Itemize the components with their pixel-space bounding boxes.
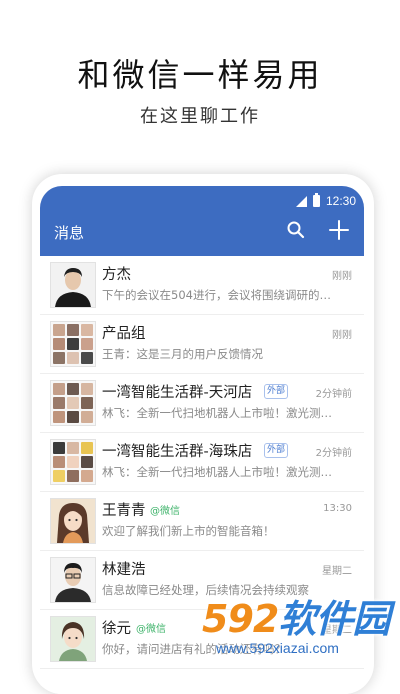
wechat-badge: @微信	[150, 506, 180, 517]
group-avatar	[50, 380, 96, 426]
app-bar: 12:30 消息	[40, 186, 364, 256]
search-icon[interactable]	[286, 220, 306, 240]
message-time: 星期二	[322, 566, 352, 577]
external-badge: 外部	[264, 443, 289, 458]
watermark-logo: 592软件园	[202, 588, 390, 643]
message-time: 刚刚	[332, 330, 352, 341]
message-preview: 林飞：全新一代扫地机器人上市啦！激光测…	[102, 465, 332, 479]
chat-row[interactable]: 产品组 王青：这是三月的用户反馈情况 刚刚	[40, 315, 364, 374]
chat-name: 方杰	[102, 267, 131, 283]
chat-row[interactable]: 方杰 下午的会议在504进行，会议将围绕调研的… 刚刚	[40, 256, 364, 315]
message-preview: 下午的会议在504进行，会议将围绕调研的…	[102, 288, 331, 302]
watermark-logo-text: 软件园	[278, 597, 390, 641]
status-time: 12:30	[325, 194, 356, 208]
message-preview: 欢迎了解我们新上市的智能音箱！	[102, 524, 275, 538]
chat-name: 徐元	[102, 621, 131, 637]
person-avatar	[50, 557, 96, 603]
watermark-logo-number: 592	[202, 597, 279, 641]
message-preview: 王青：这是三月的用户反馈情况	[102, 347, 263, 361]
group-avatar	[50, 321, 96, 367]
message-preview: 林飞：全新一代扫地机器人上市啦！激光测…	[102, 406, 332, 420]
message-time: 2分钟前	[315, 389, 352, 400]
page-title: 消息	[54, 224, 85, 242]
group-avatar	[50, 439, 96, 485]
hero-title: 和微信一样易用	[77, 56, 323, 94]
chat-row[interactable]: 一湾智能生活群-天河店 外部 林飞：全新一代扫地机器人上市啦！激光测… 2分钟前	[40, 374, 364, 433]
status-bar: 12:30	[295, 190, 356, 212]
chat-name: 产品组	[102, 326, 146, 342]
chat-name: 林建浩	[102, 562, 146, 578]
site-watermark: 592软件园 www.592xiazai.com	[196, 588, 400, 666]
external-badge: 外部	[264, 384, 289, 399]
chat-name: 一湾智能生活群-天河店	[102, 385, 253, 401]
battery-icon	[312, 193, 320, 207]
plus-icon[interactable]	[328, 219, 350, 241]
message-time: 2分钟前	[315, 448, 352, 459]
person-avatar	[50, 262, 96, 308]
chat-row[interactable]: 一湾智能生活群-海珠店 外部 林飞：全新一代扫地机器人上市啦！激光测… 2分钟前	[40, 433, 364, 492]
illustrated-avatar	[50, 498, 96, 544]
chat-name: 一湾智能生活群-海珠店	[102, 444, 253, 460]
chat-row[interactable]: 王青青 @微信 欢迎了解我们新上市的智能音箱！ 13:30	[40, 492, 364, 551]
wechat-badge: @微信	[136, 624, 166, 635]
signal-icon	[295, 195, 307, 207]
message-time: 13:30	[323, 503, 352, 514]
message-time: 刚刚	[332, 271, 352, 282]
chat-name: 王青青	[102, 503, 146, 519]
watermark-url: www.592xiazai.com	[216, 640, 339, 656]
illustrated-avatar	[50, 616, 96, 662]
hero-subtitle: 在这里聊工作	[140, 106, 260, 127]
